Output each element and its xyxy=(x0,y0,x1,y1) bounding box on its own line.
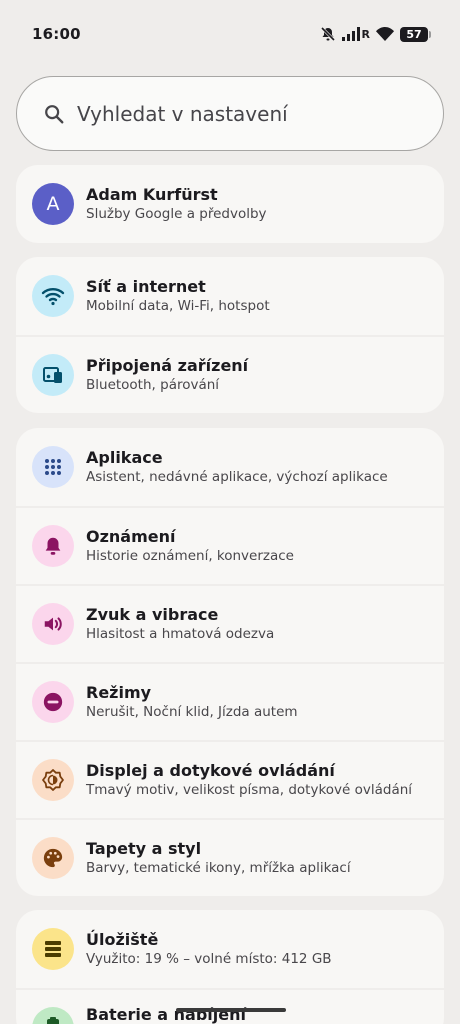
item-subtitle: Využito: 19 % – volné místo: 412 GB xyxy=(86,951,332,967)
devices-icon xyxy=(32,354,74,396)
do-not-disturb-icon xyxy=(32,681,74,723)
battery-indicator: 57 xyxy=(400,26,431,42)
system-group: Úložiště Využito: 19 % – volné místo: 41… xyxy=(16,910,444,1024)
item-title: Úložiště xyxy=(86,930,159,949)
search-bar[interactable]: Vyhledat v nastavení xyxy=(16,76,444,151)
clock: 16:00 xyxy=(32,25,81,43)
settings-item-sound[interactable]: Zvuk a vibrace Hlasitost a hmatová odezv… xyxy=(16,584,444,662)
settings-item-storage[interactable]: Úložiště Využito: 19 % – volné místo: 41… xyxy=(16,910,444,988)
status-icons: R 57 xyxy=(320,24,431,44)
avatar: A xyxy=(32,183,74,225)
account-name: Adam Kurfürst xyxy=(86,185,218,204)
settings-item-connected-devices[interactable]: Připojená zařízení Bluetooth, párování xyxy=(16,335,444,413)
roaming-indicator: R xyxy=(361,27,370,41)
connectivity-group: Síť a internet Mobilní data, Wi-Fi, hots… xyxy=(16,257,444,413)
account-group: A Adam Kurfürst Služby Google a předvolb… xyxy=(16,165,444,243)
bell-icon xyxy=(32,525,74,567)
speaker-icon xyxy=(32,603,74,645)
settings-item-network[interactable]: Síť a internet Mobilní data, Wi-Fi, hots… xyxy=(16,257,444,335)
apps-grid-icon xyxy=(32,446,74,488)
avatar-initial: A xyxy=(46,193,60,215)
item-title: Displej a dotykové ovládání xyxy=(86,761,335,780)
account-subtitle: Služby Google a předvolby xyxy=(86,206,267,222)
wifi-status-icon xyxy=(376,27,394,41)
item-subtitle: Asistent, nedávné aplikace, výchozí apli… xyxy=(86,469,388,485)
search-placeholder: Vyhledat v nastavení xyxy=(77,101,288,126)
settings-item-wallpaper[interactable]: Tapety a styl Barvy, tematické ikony, mř… xyxy=(16,818,444,896)
settings-item-notifications[interactable]: Oznámení Historie oznámení, konverzace xyxy=(16,506,444,584)
item-title: Režimy xyxy=(86,683,152,702)
battery-icon xyxy=(32,1007,74,1024)
item-title: Baterie a nabíjení xyxy=(86,1005,246,1024)
storage-icon xyxy=(32,928,74,970)
signal-icon xyxy=(341,27,360,41)
item-title: Připojená zařízení xyxy=(86,356,249,375)
item-subtitle: Mobilní data, Wi-Fi, hotspot xyxy=(86,298,270,314)
search-icon xyxy=(43,103,65,125)
status-bar: 16:00 R 57 xyxy=(0,0,460,68)
account-item[interactable]: A Adam Kurfürst Služby Google a předvolb… xyxy=(16,165,444,243)
settings-item-battery[interactable]: Baterie a nabíjení xyxy=(16,988,444,1024)
settings-item-display[interactable]: Displej a dotykové ovládání Tmavý motiv,… xyxy=(16,740,444,818)
item-subtitle: Hlasitost a hmatová odezva xyxy=(86,626,275,642)
palette-icon xyxy=(32,837,74,879)
item-subtitle: Barvy, tematické ikony, mřížka aplikací xyxy=(86,860,351,876)
item-subtitle: Bluetooth, párování xyxy=(86,377,220,393)
settings-item-apps[interactable]: Aplikace Asistent, nedávné aplikace, výc… xyxy=(16,428,444,506)
general-group: Aplikace Asistent, nedávné aplikace, výc… xyxy=(16,428,444,896)
brightness-icon xyxy=(32,759,74,801)
item-title: Oznámení xyxy=(86,527,176,546)
battery-level: 57 xyxy=(406,27,422,41)
gesture-handle[interactable] xyxy=(176,1008,286,1012)
item-subtitle: Tmavý motiv, velikost písma, dotykové ov… xyxy=(86,782,413,798)
item-subtitle: Nerušit, Noční klid, Jízda autem xyxy=(86,704,298,720)
item-title: Aplikace xyxy=(86,448,163,467)
settings-item-modes[interactable]: Režimy Nerušit, Noční klid, Jízda autem xyxy=(16,662,444,740)
item-title: Síť a internet xyxy=(86,277,206,296)
item-subtitle: Historie oznámení, konverzace xyxy=(86,548,294,564)
item-title: Zvuk a vibrace xyxy=(86,605,219,624)
wifi-icon xyxy=(32,275,74,317)
mute-icon xyxy=(320,26,336,42)
item-title: Tapety a styl xyxy=(86,839,202,858)
